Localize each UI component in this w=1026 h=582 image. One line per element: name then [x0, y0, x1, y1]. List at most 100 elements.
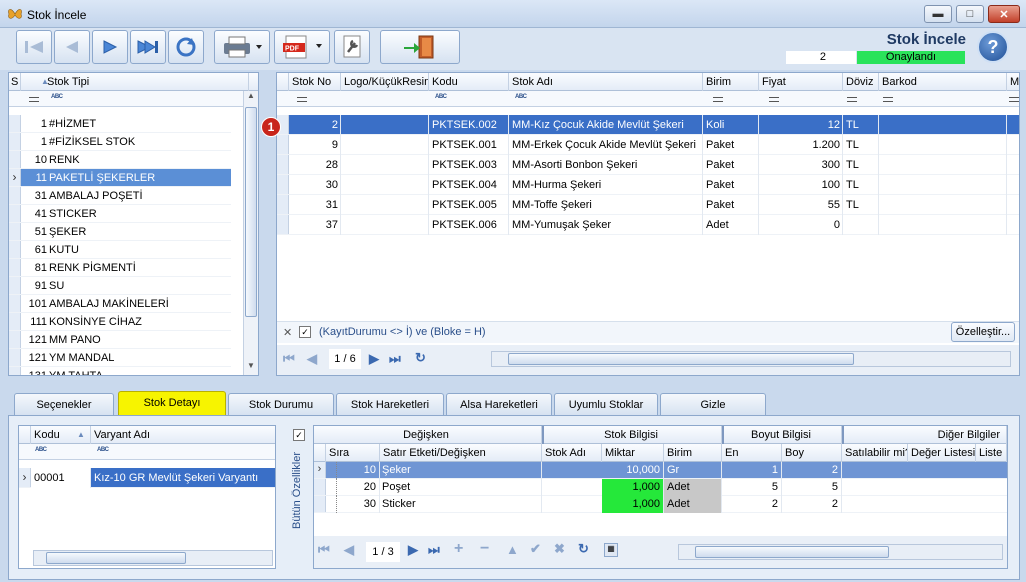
tab-2[interactable]: Stok Durumu — [228, 393, 334, 415]
column-header[interactable]: Stok Adı — [509, 73, 703, 91]
nav-next-icon[interactable]: ▶ — [408, 542, 418, 558]
list-item[interactable]: 10 RENK — [9, 151, 231, 169]
table-row[interactable]: › 00001 Kız-10 GR Mevlüt Şekeri Varyantı — [19, 468, 275, 488]
filter-row[interactable]: ABC ABC — [277, 91, 1019, 107]
nav-next-icon[interactable]: ▶ — [369, 351, 379, 367]
column-header[interactable]: Satılabilir mi? — [842, 444, 908, 462]
list-item[interactable]: 61 KUTU — [9, 241, 231, 259]
list-item[interactable]: 51 ŞEKER — [9, 223, 231, 241]
print-button[interactable] — [214, 30, 270, 64]
column-header[interactable]: Kodu — [429, 73, 509, 91]
tab-1[interactable]: Stok Detayı — [118, 391, 226, 416]
column-stock-type[interactable]: ▲ Stok Tipi — [21, 73, 249, 91]
all-features-checkbox[interactable]: ✓ — [293, 429, 305, 441]
horizontal-scrollbar[interactable] — [678, 544, 1003, 560]
tab-6[interactable]: Gizle — [660, 393, 766, 415]
nav-last-icon[interactable]: ⏭ — [389, 351, 401, 367]
list-item[interactable]: 131 YM TAHTA — [9, 367, 231, 375]
column-header[interactable]: Birim — [664, 444, 722, 462]
list-item[interactable]: 101 AMBALAJ MAKİNELERİ — [9, 295, 231, 313]
vertical-scrollbar[interactable]: ▲ ▼ — [243, 91, 258, 375]
column-header[interactable]: Satır Etketi/Değişken — [380, 444, 542, 462]
maximize-button[interactable]: □ — [956, 5, 984, 23]
refresh-icon[interactable]: ↻ — [578, 541, 589, 557]
filter-editor-icon[interactable]: ▦ — [604, 543, 618, 557]
list-item[interactable]: › 11 PAKETLİ ŞEKERLER — [9, 169, 231, 187]
list-item[interactable]: 31 AMBALAJ POŞETİ — [9, 187, 231, 205]
list-item[interactable]: 1 #HİZMET — [9, 115, 231, 133]
previous-record-button[interactable] — [54, 30, 90, 64]
cancel-icon[interactable]: ✖ — [554, 541, 565, 557]
last-record-button[interactable] — [130, 30, 166, 64]
nav-prev-icon[interactable]: ◀ — [344, 542, 354, 558]
column-indicator[interactable] — [314, 444, 326, 462]
column-header[interactable]: Fiyat — [759, 73, 843, 91]
table-row[interactable]: 28 PKTSEK.003 MM-Asorti Bonbon Şekeri Paket… — [277, 155, 1019, 175]
column-header[interactable]: Logo/KüçükResim — [341, 73, 429, 91]
list-item[interactable]: 91 SU — [9, 277, 231, 295]
list-item[interactable]: 81 RENK PİGMENTİ — [9, 259, 231, 277]
nav-last-icon[interactable]: ⏭ — [428, 542, 440, 558]
splitter[interactable] — [0, 380, 1026, 386]
column-header[interactable]: Mil — [1007, 73, 1019, 91]
tab-0[interactable]: Seçenekler — [14, 393, 114, 415]
settings-button[interactable] — [334, 30, 370, 64]
filter-enabled-checkbox[interactable]: ✓ — [299, 326, 311, 338]
clear-filter-icon[interactable]: ✕ — [283, 326, 292, 339]
column-header[interactable]: En — [722, 444, 782, 462]
column-header[interactable]: Liste — [976, 444, 1007, 462]
tab-4[interactable]: Alsa Hareketleri — [446, 393, 552, 415]
column-header[interactable]: Boy — [782, 444, 842, 462]
next-record-button[interactable] — [92, 30, 128, 64]
list-item[interactable]: 121 MM PANO — [9, 331, 231, 349]
scrollbar-thumb[interactable] — [46, 552, 186, 564]
nav-first-icon[interactable]: ⏮ — [318, 542, 330, 558]
help-button[interactable]: ? — [977, 31, 1009, 63]
column-header[interactable]: Barkod — [879, 73, 1007, 91]
refresh-button[interactable] — [168, 30, 204, 64]
pdf-export-button[interactable]: PDF — [274, 30, 330, 64]
nav-first-icon[interactable]: ⏮ — [283, 351, 295, 367]
tab-3[interactable]: Stok Hareketleri — [336, 393, 444, 415]
column-indicator[interactable]: S — [9, 73, 21, 91]
column-indicator[interactable] — [277, 73, 289, 91]
tab-5[interactable]: Uyumlu Stoklar — [554, 393, 658, 415]
table-row[interactable]: 37 PKTSEK.006 MM-Yumuşak Şeker Adet 0 — [277, 215, 1019, 235]
add-icon[interactable]: + — [454, 540, 463, 558]
list-item[interactable]: 41 STICKER — [9, 205, 231, 223]
table-row[interactable]: 30 PKTSEK.004 MM-Hurma Şekeri Paket 100 TL — [277, 175, 1019, 195]
scrollbar-thumb[interactable] — [508, 353, 854, 365]
move-up-icon[interactable]: ▲ — [506, 542, 519, 557]
column-code[interactable]: Kodu ▲ — [31, 426, 91, 444]
column-header[interactable]: Değer Listesi — [908, 444, 976, 462]
filter-row[interactable]: ABC ABC — [19, 444, 275, 460]
column-variant-name[interactable]: Varyant Adı — [91, 426, 275, 444]
table-row[interactable]: 20 Poşet 1,000 Adet 5 5 — [314, 479, 1007, 496]
table-row[interactable]: 2 PKTSEK.002 MM-Kız Çocuk Akide Mevlüt Şek… — [277, 115, 1019, 135]
scrollbar-thumb[interactable] — [695, 546, 889, 558]
column-indicator[interactable] — [19, 426, 31, 444]
confirm-icon[interactable]: ✔ — [530, 541, 541, 557]
first-record-button[interactable] — [16, 30, 52, 64]
column-header[interactable]: Birim — [703, 73, 759, 91]
column-header[interactable]: Stok Adı — [542, 444, 602, 462]
horizontal-scrollbar[interactable] — [33, 550, 273, 566]
minimize-button[interactable]: ▬ — [924, 5, 952, 23]
filter-expression[interactable]: (KayıtDurumu <> İ) ve (Bloke = H) — [319, 326, 486, 338]
close-button[interactable]: ✕ — [988, 5, 1020, 23]
exit-button[interactable] — [380, 30, 460, 64]
list-item[interactable]: 111 KONSİNYE CİHAZ — [9, 313, 231, 331]
scrollbar-thumb[interactable] — [245, 107, 257, 317]
filter-row[interactable]: ABC — [9, 91, 258, 107]
nav-refresh-icon[interactable]: ↻ — [415, 350, 426, 366]
column-header[interactable]: Döviz — [843, 73, 879, 91]
nav-prev-icon[interactable]: ◀ — [307, 351, 317, 367]
list-item[interactable]: 1 #FİZİKSEL STOK — [9, 133, 231, 151]
list-item[interactable]: 121 YM MANDAL — [9, 349, 231, 367]
customize-button[interactable]: Özelleştir... — [951, 322, 1015, 342]
column-header[interactable]: Miktar — [602, 444, 664, 462]
column-header[interactable]: Stok No — [289, 73, 341, 91]
table-row[interactable]: 31 PKTSEK.005 MM-Toffe Şekeri Paket 55 TL — [277, 195, 1019, 215]
column-header[interactable]: Sıra — [326, 444, 380, 462]
table-row[interactable]: 9 PKTSEK.001 MM-Erkek Çocuk Akide Mevlüt Ş… — [277, 135, 1019, 155]
